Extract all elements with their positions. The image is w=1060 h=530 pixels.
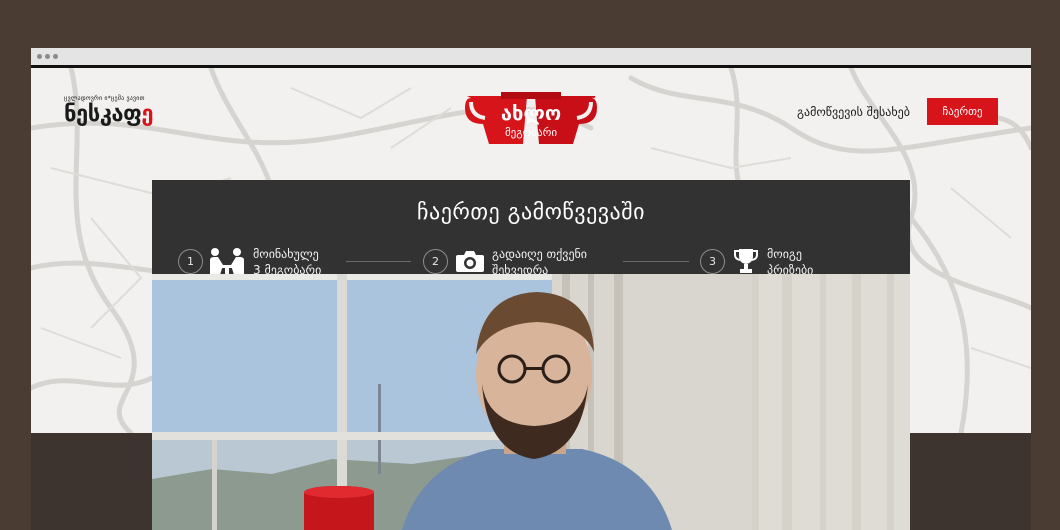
campaign-logo-mugs[interactable]: ახლო მეგობარი xyxy=(463,90,599,152)
nav-about-challenge[interactable]: გამოწვევის შესახებ xyxy=(797,105,910,119)
join-button[interactable]: ჩაერთე xyxy=(927,98,998,125)
panel-title: ჩაერთე გამოწვევაში xyxy=(417,200,645,225)
browser-window: ცვლადოვრი ი*ცემა ვავით ნესკაფე ახლო მეგო… xyxy=(31,48,1031,530)
window-titlebar xyxy=(31,48,1031,65)
challenge-video[interactable] xyxy=(152,274,910,530)
window-dot[interactable] xyxy=(45,54,50,59)
step-1-number: 1 xyxy=(178,249,203,274)
step-connector xyxy=(346,261,411,262)
campaign-logo-line1: ახლო xyxy=(501,101,561,125)
nescafe-logo[interactable]: ცვლადოვრი ი*ცემა ვავით ნესკაფე xyxy=(64,95,154,127)
camera-icon xyxy=(456,251,484,272)
logo-wordmark: ნესკაფე xyxy=(64,102,154,127)
window-dot[interactable] xyxy=(37,54,42,59)
trophy-icon xyxy=(734,249,758,273)
step-2-number: 2 xyxy=(423,249,448,274)
video-frame-image xyxy=(152,274,910,530)
step-3-number: 3 xyxy=(700,249,725,274)
step-connector xyxy=(623,261,689,262)
window-dot[interactable] xyxy=(53,54,58,59)
campaign-logo-line2: მეგობარი xyxy=(505,126,557,139)
friends-icon xyxy=(210,248,244,275)
